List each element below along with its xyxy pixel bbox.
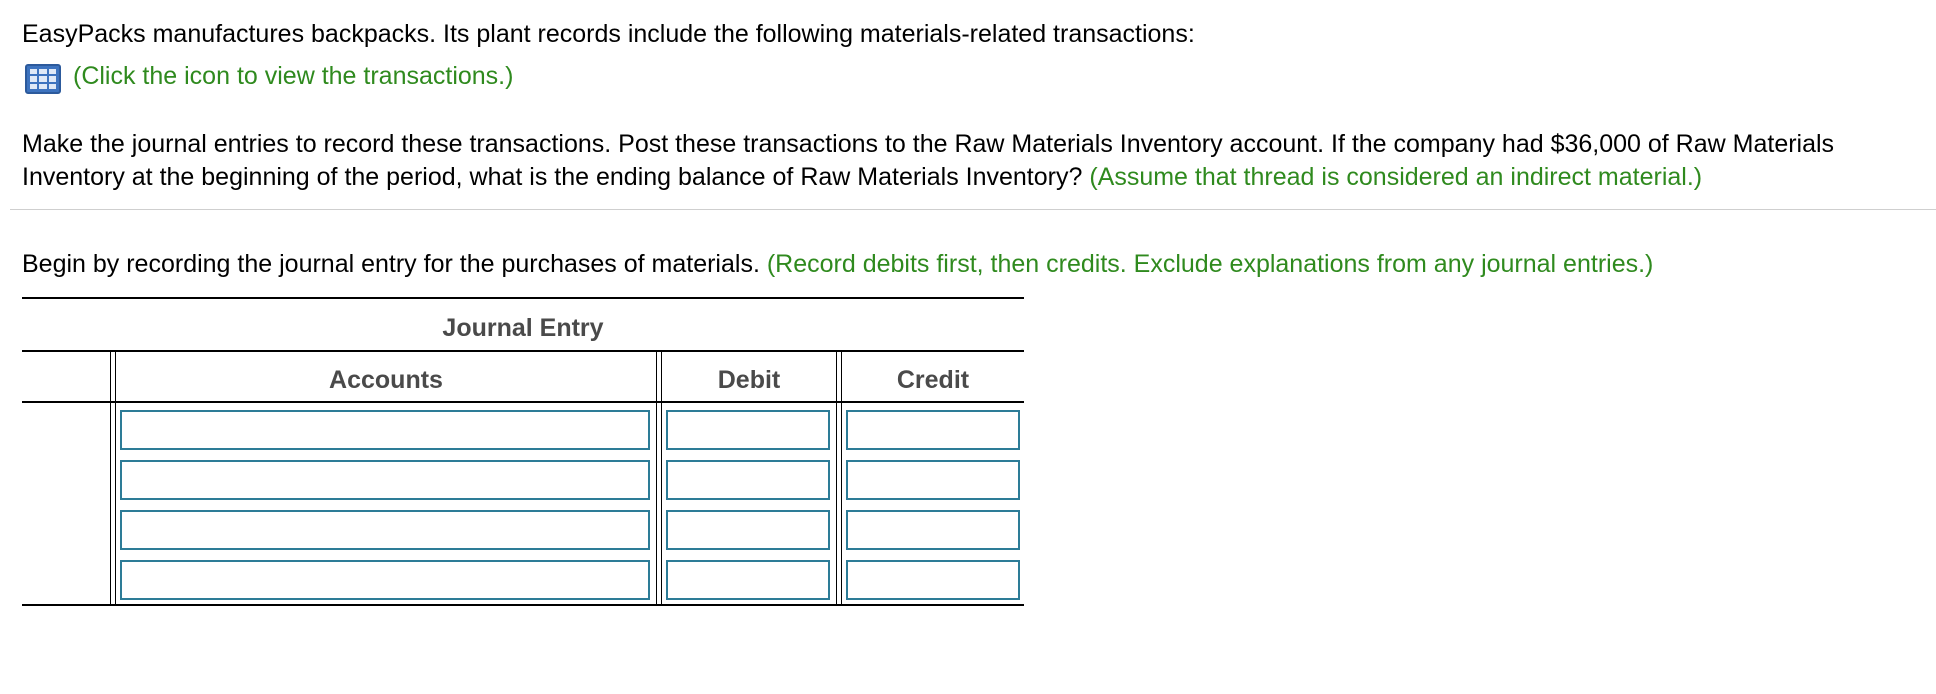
- debit-input[interactable]: [666, 410, 830, 450]
- step-instruction-main: Begin by recording the journal entry for…: [22, 250, 767, 278]
- col-divider: [836, 350, 837, 606]
- instructions-line-1: Make the journal entries to record these…: [22, 130, 1835, 158]
- col-divider: [110, 350, 111, 606]
- col-divider: [656, 350, 657, 606]
- section-divider: [10, 209, 1936, 210]
- debit-input[interactable]: [666, 460, 830, 500]
- account-input[interactable]: [120, 460, 650, 500]
- debit-input[interactable]: [666, 560, 830, 600]
- credit-input[interactable]: [846, 410, 1020, 450]
- column-header-accounts: Accounts: [329, 366, 443, 394]
- step-instruction: Begin by recording the journal entry for…: [22, 248, 1653, 280]
- credit-input[interactable]: [846, 460, 1020, 500]
- table-grid-icon[interactable]: [25, 64, 61, 94]
- header-bottom-rule: [22, 401, 1024, 403]
- journal-entry-title: Journal Entry: [442, 314, 604, 342]
- instructions-note: (Assume that thread is considered an ind…: [1089, 163, 1703, 191]
- account-input[interactable]: [120, 410, 650, 450]
- credit-input[interactable]: [846, 510, 1020, 550]
- debit-input[interactable]: [666, 510, 830, 550]
- account-input[interactable]: [120, 560, 650, 600]
- instructions-line-2-main: Inventory at the beginning of the period…: [22, 163, 1090, 191]
- table-bottom-rule: [22, 604, 1024, 606]
- instructions-line-2: Inventory at the beginning of the period…: [22, 161, 1702, 193]
- column-header-credit: Credit: [896, 366, 970, 394]
- step-instruction-note: (Record debits first, then credits. Excl…: [766, 250, 1654, 278]
- table-top-rule: [22, 297, 1024, 299]
- header-top-rule: [22, 350, 1024, 352]
- view-transactions-link[interactable]: (Click the icon to view the transactions…: [73, 60, 513, 92]
- account-input[interactable]: [120, 510, 650, 550]
- credit-input[interactable]: [846, 560, 1020, 600]
- column-header-debit: Debit: [717, 366, 781, 394]
- question-intro: EasyPacks manufactures backpacks. Its pl…: [22, 20, 1195, 48]
